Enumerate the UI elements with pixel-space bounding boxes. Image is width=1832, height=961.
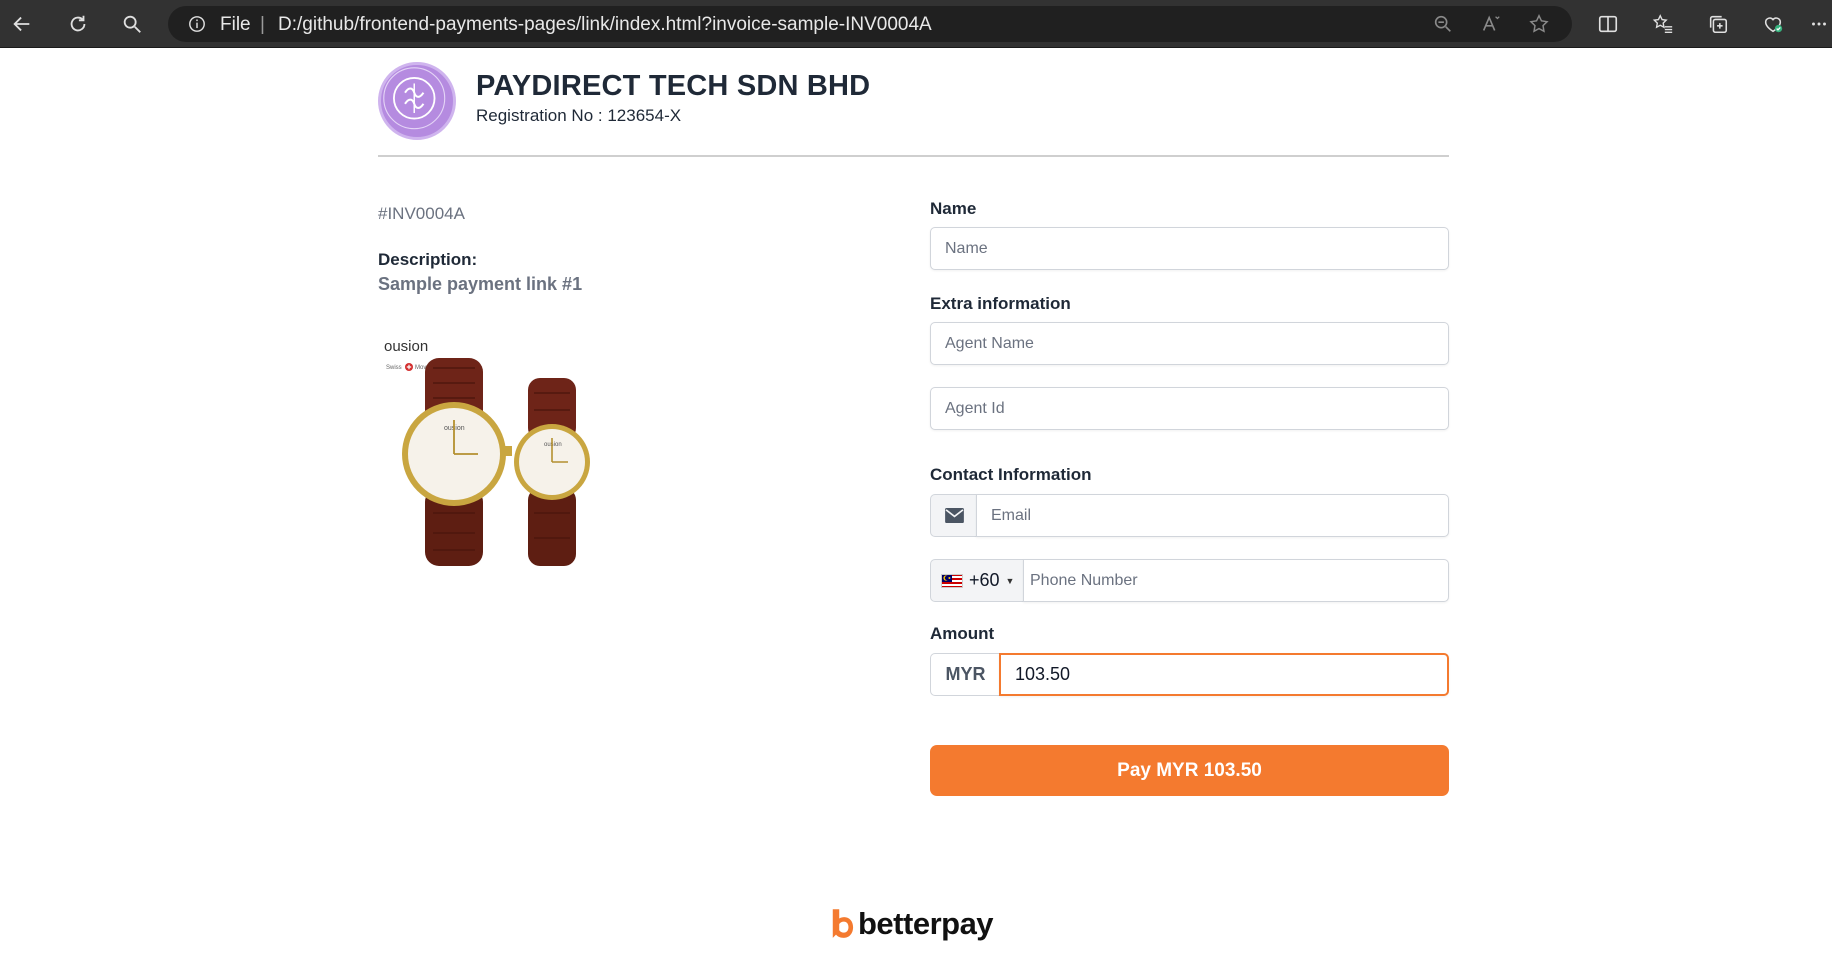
- browser-toolbar: File | D:/github/frontend-payments-pages…: [0, 0, 1832, 48]
- url-separator: |: [260, 14, 265, 35]
- pay-button[interactable]: Pay MYR 103.50: [930, 745, 1449, 796]
- amount-input[interactable]: [999, 653, 1449, 696]
- browser-essentials-icon[interactable]: [1757, 8, 1789, 40]
- invoice-number: #INV0004A: [378, 204, 465, 223]
- svg-text:ousion: ousion: [544, 442, 562, 448]
- extra-information-label: Extra information: [930, 294, 1071, 313]
- read-aloud-icon[interactable]: [1480, 13, 1502, 35]
- contact-information-label: Contact Information: [930, 465, 1092, 484]
- description-label: Description:: [378, 250, 478, 269]
- country-code-selector[interactable]: +60 ▼: [930, 559, 1024, 602]
- description-value: Sample payment link #1: [378, 274, 583, 294]
- back-icon[interactable]: [6, 8, 38, 40]
- agent-name-input[interactable]: [930, 322, 1449, 365]
- info-icon[interactable]: [188, 15, 206, 33]
- collections-icon[interactable]: [1702, 8, 1734, 40]
- betterpay-brand-text: betterpay: [858, 906, 994, 941]
- split-screen-icon[interactable]: [1592, 8, 1624, 40]
- favorites-icon[interactable]: [1647, 8, 1679, 40]
- more-menu-icon[interactable]: [1806, 8, 1832, 40]
- agent-id-input[interactable]: [930, 387, 1449, 430]
- email-input[interactable]: [976, 494, 1449, 537]
- merchant-logo: [378, 62, 456, 140]
- payment-page: PAYDIRECT TECH SDN BHD Registration No :…: [0, 48, 1832, 961]
- betterpay-logo: betterpay: [830, 904, 994, 944]
- header-divider: [378, 155, 1449, 157]
- caret-down-icon: ▼: [1005, 575, 1015, 586]
- phone-country-code: +60: [969, 570, 1000, 590]
- malaysia-flag-icon: [941, 573, 963, 588]
- email-addon: [930, 494, 977, 537]
- favorite-star-icon[interactable]: [1528, 13, 1550, 35]
- refresh-icon[interactable]: [62, 8, 94, 40]
- merchant-name: PAYDIRECT TECH SDN BHD: [476, 70, 871, 102]
- file-label: File: [220, 14, 251, 35]
- name-input[interactable]: [930, 227, 1449, 270]
- phone-number-input[interactable]: [1023, 559, 1449, 602]
- amount-label: Amount: [930, 624, 995, 643]
- betterpay-mark-icon: [832, 909, 854, 938]
- search-icon[interactable]: [116, 8, 148, 40]
- zoom-out-icon[interactable]: [1432, 13, 1454, 35]
- svg-text:Swiss: Swiss: [386, 365, 402, 371]
- product-image: ousion Swiss Movt ousion ousion: [378, 338, 608, 638]
- currency-addon: MYR: [930, 653, 1000, 696]
- url-text[interactable]: D:/github/frontend-payments-pages/link/i…: [278, 14, 932, 36]
- registration-number: Registration No : 123654-X: [476, 106, 682, 125]
- address-bar[interactable]: File | D:/github/frontend-payments-pages…: [168, 6, 1572, 42]
- envelope-icon: [944, 508, 964, 523]
- name-label: Name: [930, 199, 977, 218]
